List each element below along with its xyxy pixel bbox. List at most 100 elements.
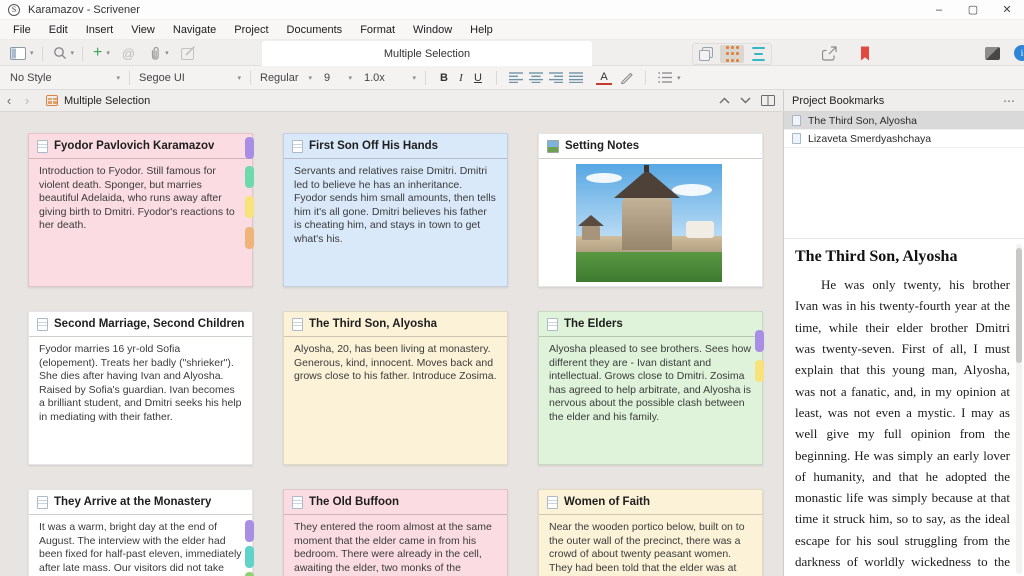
index-card-icon bbox=[37, 318, 48, 331]
split-view-button[interactable] bbox=[761, 95, 775, 106]
forward-button[interactable]: › bbox=[18, 93, 36, 108]
font-select[interactable]: Segoe UI ▾ bbox=[139, 69, 241, 87]
menu-window[interactable]: Window bbox=[404, 22, 461, 38]
index-card-fyodor[interactable]: Fyodor Pavlovich Karamazov Introduction … bbox=[28, 133, 253, 287]
style-select-value: No Style bbox=[10, 72, 52, 84]
bold-button[interactable]: B bbox=[435, 72, 453, 84]
search-caret-icon[interactable]: ▾ bbox=[71, 49, 75, 57]
menu-help[interactable]: Help bbox=[461, 22, 502, 38]
appearance-icon[interactable] bbox=[985, 47, 1000, 60]
window-title: Karamazov - Scrivener bbox=[28, 4, 140, 16]
menu-format[interactable]: Format bbox=[351, 22, 404, 38]
card-header: They Arrive at the Monastery bbox=[29, 490, 252, 515]
menu-view[interactable]: View bbox=[122, 22, 164, 38]
bookmark-button[interactable] bbox=[857, 42, 873, 64]
mention-button[interactable]: @ bbox=[120, 42, 137, 64]
setting-notes-photo bbox=[576, 164, 722, 282]
card-title: The Elders bbox=[564, 318, 623, 330]
toggle-binder-button[interactable] bbox=[8, 42, 28, 64]
menu-documents[interactable]: Documents bbox=[278, 22, 352, 38]
index-card-first-son[interactable]: First Son Off His Hands Servants and rel… bbox=[283, 133, 508, 287]
index-card-arrive-monastery[interactable]: They Arrive at the Monastery It was a wa… bbox=[28, 489, 253, 576]
breadcrumb: Multiple Selection bbox=[64, 95, 150, 107]
align-right-button[interactable] bbox=[549, 72, 563, 83]
close-button[interactable]: ✕ bbox=[990, 0, 1024, 20]
header-band: ‹ › Multiple Selection Project Bookmarks… bbox=[0, 90, 1024, 112]
card-header: The Old Buffoon bbox=[284, 490, 507, 515]
bookmarks-title: Project Bookmarks bbox=[792, 95, 884, 107]
card-synopsis: Introduction to Fyodor. Still famous for… bbox=[29, 159, 252, 287]
index-card-icon bbox=[547, 496, 558, 509]
bookmark-item-lizaveta[interactable]: Lizaveta Smerdyashchaya bbox=[784, 130, 1024, 148]
italic-button[interactable]: I bbox=[453, 72, 469, 84]
index-card-second-marriage[interactable]: Second Marriage, Second Children Fyodor … bbox=[28, 311, 253, 465]
card-header: Women of Faith bbox=[539, 490, 762, 515]
align-justify-button[interactable] bbox=[569, 72, 583, 83]
card-header: Second Marriage, Second Children bbox=[29, 312, 252, 337]
share-button[interactable] bbox=[820, 42, 839, 64]
add-caret-icon[interactable]: ▾ bbox=[106, 49, 110, 57]
preview-scrollbar-thumb[interactable] bbox=[1016, 248, 1022, 363]
format-separator bbox=[496, 71, 497, 85]
text-color-button[interactable]: A bbox=[596, 71, 612, 85]
info-icon[interactable]: i bbox=[1014, 45, 1024, 61]
minimize-button[interactable]: – bbox=[922, 0, 956, 20]
card-header: The Third Son, Alyosha bbox=[284, 312, 507, 337]
chevron-down-icon: ▾ bbox=[412, 74, 416, 82]
menu-file[interactable]: File bbox=[4, 22, 40, 38]
main-toolbar: ▾ ▾ + ▾ @ ▾ Multiple Selection i bbox=[0, 40, 1024, 66]
card-synopsis: They entered the room almost at the same… bbox=[284, 515, 507, 576]
font-size-select[interactable]: 9 ▾ bbox=[324, 69, 352, 87]
align-left-button[interactable] bbox=[509, 72, 523, 83]
align-center-button[interactable] bbox=[529, 72, 543, 83]
index-card-old-buffoon[interactable]: The Old Buffoon They entered the room al… bbox=[283, 489, 508, 576]
format-bar: No Style ▾ Segoe UI ▾ Regular ▾ 9 ▾ 1.0x… bbox=[0, 66, 1024, 90]
card-title: Women of Faith bbox=[564, 496, 650, 508]
search-button[interactable] bbox=[51, 42, 69, 64]
bookmark-label: Lizaveta Smerdyashchaya bbox=[808, 133, 931, 145]
corkboard: Fyodor Pavlovich Karamazov Introduction … bbox=[0, 112, 783, 576]
back-button[interactable]: ‹ bbox=[0, 93, 18, 108]
add-item-button[interactable]: + bbox=[91, 42, 104, 64]
previous-document-button[interactable] bbox=[719, 97, 730, 104]
underline-button[interactable]: U bbox=[469, 72, 487, 84]
bookmark-item-third-son[interactable]: The Third Son, Alyosha bbox=[784, 112, 1024, 130]
format-separator bbox=[250, 71, 251, 85]
binder-caret-icon[interactable]: ▾ bbox=[30, 49, 34, 57]
chevron-down-icon: ▾ bbox=[308, 74, 312, 82]
index-card-elders[interactable]: The Elders Alyosha pleased to see brothe… bbox=[538, 311, 763, 465]
document-view-button[interactable] bbox=[694, 45, 718, 63]
keyword-chip bbox=[245, 572, 254, 576]
menu-insert[interactable]: Insert bbox=[77, 22, 123, 38]
list-caret-icon[interactable]: ▾ bbox=[677, 74, 681, 82]
document-title-field[interactable]: Multiple Selection bbox=[262, 41, 592, 66]
corkboard-view-button[interactable] bbox=[720, 45, 744, 63]
menu-edit[interactable]: Edit bbox=[40, 22, 77, 38]
line-spacing-select[interactable]: 1.0x ▾ bbox=[364, 69, 416, 87]
index-card-setting-notes[interactable]: Setting Notes bbox=[538, 133, 763, 287]
more-options-icon[interactable]: ⋯ bbox=[1003, 94, 1016, 108]
bookmark-label: The Third Son, Alyosha bbox=[808, 115, 917, 127]
menu-navigate[interactable]: Navigate bbox=[164, 22, 225, 38]
index-card-third-son[interactable]: The Third Son, Alyosha Alyosha, 20, has … bbox=[283, 311, 508, 465]
index-card-icon bbox=[37, 496, 48, 509]
card-synopsis: Near the wooden portico below, built on … bbox=[539, 515, 762, 576]
index-card-women-of-faith[interactable]: Women of Faith Near the wooden portico b… bbox=[538, 489, 763, 576]
menu-project[interactable]: Project bbox=[225, 22, 277, 38]
style-select[interactable]: No Style ▾ bbox=[10, 69, 120, 87]
compose-button[interactable] bbox=[179, 42, 198, 64]
view-mode-group bbox=[692, 43, 772, 65]
variant-select[interactable]: Regular ▾ bbox=[260, 69, 312, 87]
title-bar: S Karamazov - Scrivener – ▢ ✕ bbox=[0, 0, 1024, 20]
highlight-pen-button[interactable] bbox=[620, 71, 633, 84]
list-button[interactable] bbox=[658, 72, 672, 83]
chevron-down-icon: ▾ bbox=[237, 74, 241, 82]
font-size-value: 9 bbox=[324, 72, 330, 84]
outline-view-button[interactable] bbox=[746, 45, 770, 63]
attach-caret-icon[interactable]: ▾ bbox=[165, 49, 169, 57]
bookmarks-header: Project Bookmarks ⋯ bbox=[783, 90, 1024, 111]
document-icon bbox=[792, 115, 801, 126]
maximize-button[interactable]: ▢ bbox=[956, 0, 990, 20]
next-document-button[interactable] bbox=[740, 97, 751, 104]
attach-button[interactable] bbox=[147, 42, 163, 64]
